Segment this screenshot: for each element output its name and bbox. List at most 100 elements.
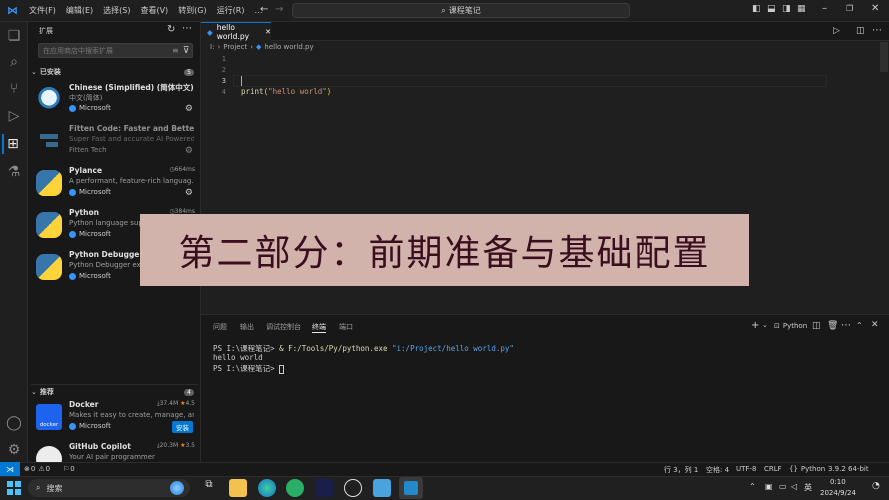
menu-go[interactable]: 转到(G) <box>173 5 211 16</box>
more-actions-icon[interactable]: ⋯ <box>872 25 882 36</box>
forward-arrow-icon[interactable]: → <box>275 4 283 15</box>
close-panel-icon[interactable]: ✕ <box>871 320 879 330</box>
toggle-panel-icon[interactable]: ⬓ <box>767 4 776 14</box>
input-method[interactable]: 英 <box>804 482 812 493</box>
vscode-taskbar-icon[interactable] <box>399 477 423 499</box>
status-bar: ⊗ 0 ⚠ 0 ⚐ 0 行 3，列 1 空格: 4 UTF-8 CRLF {} Pyth… <box>0 462 889 476</box>
terminal-line-prompt[interactable]: PS I:\课程笔记> <box>213 363 285 374</box>
search-icon[interactable]: ⌕ <box>4 52 24 72</box>
menu-view[interactable]: 查看(V) <box>135 5 173 16</box>
breadcrumb-folder[interactable]: Project <box>223 43 247 51</box>
installed-section-header[interactable]: ⌄ 已安装 5 <box>31 67 198 77</box>
manage-gear-icon[interactable]: ⚙ <box>185 188 193 198</box>
tray-chevron-icon[interactable]: ⌃ <box>749 482 756 491</box>
end-of-line[interactable]: CRLF <box>764 465 782 473</box>
filter-icon[interactable]: ⊽ <box>183 46 190 56</box>
manage-gear-icon[interactable]: ⚙ <box>185 146 193 156</box>
chevron-down-icon[interactable]: ⌄ <box>762 321 768 329</box>
terminal-app-icon[interactable] <box>315 479 333 497</box>
toggle-secondary-sidebar-icon[interactable]: ◨ <box>782 4 791 14</box>
source-control-icon[interactable]: ⑂ <box>4 79 24 99</box>
run-debug-icon[interactable]: ▷ <box>4 106 24 126</box>
clear-filter-icon[interactable]: ≡ <box>172 46 179 55</box>
publisher-name: Microsoft <box>79 422 111 430</box>
task-view-icon[interactable]: ⧉ <box>200 479 218 497</box>
close-icon[interactable]: ✕ <box>871 3 879 14</box>
remote-indicator-icon[interactable]: ⋊ <box>0 462 20 476</box>
breadcrumb: I: › Project › ◆ hello world.py <box>210 43 314 51</box>
verified-icon <box>69 188 76 196</box>
more-actions-icon[interactable]: ⋯ <box>841 320 851 331</box>
extension-search-box[interactable]: ≡ ⊽ <box>38 43 193 58</box>
extensions-icon[interactable]: ⊞ <box>2 134 22 154</box>
extension-item-pylance[interactable]: Pylance ◷664ms A performant, feature-ric… <box>28 164 201 206</box>
network-icon[interactable]: ▭ <box>779 482 787 491</box>
breadcrumb-file[interactable]: hello world.py <box>264 43 313 51</box>
clock-time[interactable]: 0:10 <box>830 478 846 486</box>
ports-status[interactable]: ⚐ 0 <box>63 465 75 473</box>
encoding[interactable]: UTF-8 <box>736 465 756 473</box>
notification-icon[interactable]: ◔ <box>872 481 880 491</box>
edge-browser-icon[interactable] <box>258 479 276 497</box>
manage-gear-icon[interactable]: ⚙ <box>185 104 193 114</box>
menu-run[interactable]: 运行(R) <box>212 5 250 16</box>
file-explorer-icon[interactable] <box>229 479 247 497</box>
windows-start-icon[interactable] <box>7 481 21 495</box>
more-actions-icon[interactable]: ⋯ <box>182 23 192 34</box>
obs-icon[interactable] <box>344 479 362 497</box>
wechat-icon[interactable] <box>286 479 304 497</box>
trash-icon[interactable]: 🗑 <box>827 321 838 331</box>
extension-description: Super Fast and accurate AI Powered... <box>69 135 194 143</box>
extension-item-docker[interactable]: docker Docker ⤓37.4M ★4.5 Makes it easy … <box>28 398 201 440</box>
tab-output[interactable]: 输出 <box>240 322 254 332</box>
split-editor-icon[interactable]: ◫ <box>856 26 865 36</box>
minimize-icon[interactable]: – <box>822 3 827 14</box>
settings-gear-icon[interactable]: ⚙ <box>4 440 24 460</box>
restore-icon[interactable]: ❐ <box>846 4 853 13</box>
python-interpreter[interactable]: 3.9.2 64-bit <box>828 465 869 473</box>
tab-ports[interactable]: 端口 <box>339 322 353 332</box>
account-icon[interactable]: ◯ <box>4 413 24 433</box>
line-number: 1 <box>221 55 226 63</box>
close-tab-icon[interactable]: ✕ <box>265 28 271 36</box>
recommended-section-header[interactable]: ⌄ 推荐 4 <box>31 384 198 397</box>
volume-icon[interactable]: ◁ <box>791 482 797 491</box>
new-terminal-icon[interactable]: + <box>751 320 759 331</box>
customize-layout-icon[interactable]: ▦ <box>797 4 806 14</box>
tab-problems[interactable]: 问题 <box>213 322 227 332</box>
terminal-argument: "i:/Project/hello world.py" <box>392 344 514 353</box>
taskbar-search[interactable]: ⌕ 搜索 <box>28 479 190 497</box>
extension-item-chinese[interactable]: Chinese (Simplified) (简体中文) L... 中文(简体) … <box>28 80 201 122</box>
toggle-sidebar-icon[interactable]: ◧ <box>752 4 761 14</box>
extension-search-input[interactable] <box>43 46 168 55</box>
clock-date[interactable]: 2024/9/24 <box>820 489 856 497</box>
mail-icon[interactable] <box>373 479 391 497</box>
back-arrow-icon[interactable]: ← <box>260 4 268 15</box>
install-button[interactable]: 安装 <box>172 421 193 433</box>
run-icon[interactable]: ▷ <box>833 26 840 36</box>
menu-selection[interactable]: 选择(S) <box>98 5 135 16</box>
language-mode[interactable]: {} Python <box>789 465 825 473</box>
maximize-panel-icon[interactable]: ⌃ <box>856 321 863 330</box>
tray-app-icon[interactable]: ▣ <box>765 482 773 491</box>
split-terminal-icon[interactable]: ◫ <box>812 321 821 331</box>
indentation[interactable]: 空格: 4 <box>706 465 729 475</box>
tab-hello-world[interactable]: ◆ hello world.py ✕ <box>201 22 271 41</box>
chevron-right-icon: › <box>250 43 254 51</box>
menu-file[interactable]: 文件(F) <box>24 5 61 16</box>
code-line-4[interactable]: print("hello world") <box>241 87 331 96</box>
minimap-scrollbar[interactable] <box>880 42 888 72</box>
menu-edit[interactable]: 编辑(E) <box>61 5 98 16</box>
extension-item-fitten[interactable]: Fitten Code: Faster and Better AI ... Su… <box>28 122 201 164</box>
testing-icon[interactable]: ⚗ <box>4 162 24 182</box>
refresh-icon[interactable]: ↻ <box>167 24 175 35</box>
terminal-shell-selector[interactable]: ⊡ Python <box>774 322 807 330</box>
cursor-position[interactable]: 行 3，列 1 <box>664 465 698 475</box>
tab-debug-console[interactable]: 调试控制台 <box>266 322 301 332</box>
breadcrumb-drive[interactable]: I: <box>210 43 214 51</box>
explorer-icon[interactable]: ❏ <box>4 26 24 46</box>
tab-terminal[interactable]: 终端 <box>312 322 326 333</box>
extension-description: A performant, feature-rich languag... <box>69 177 194 185</box>
command-center[interactable]: ⌕ 课程笔记 <box>292 3 630 18</box>
problems-status[interactable]: ⊗ 0 ⚠ 0 <box>24 465 50 473</box>
